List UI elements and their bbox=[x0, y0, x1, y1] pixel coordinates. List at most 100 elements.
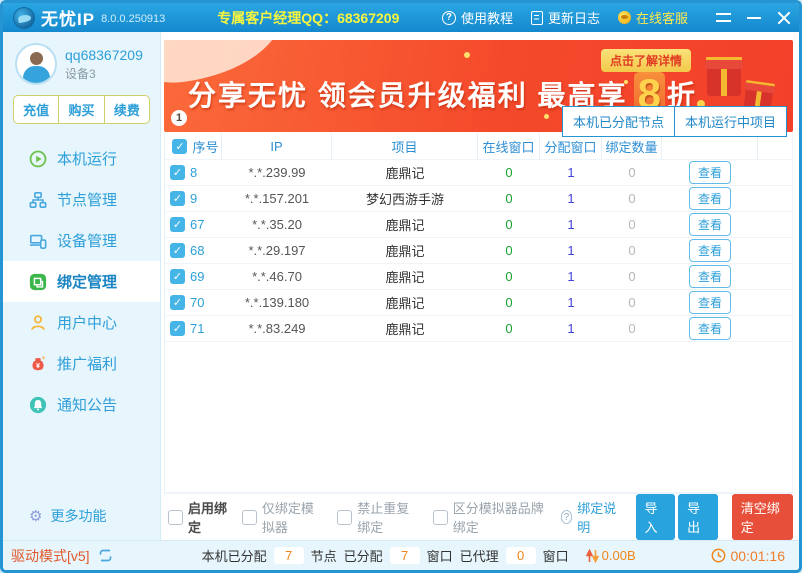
app-window: 无忧IP 8.0.0.250913 专属客户经理QQ：68367209 ? 使用… bbox=[0, 0, 802, 573]
sidebar-item-binding-management[interactable]: 绑定管理 bbox=[3, 261, 160, 302]
banner-cta-button[interactable]: 点击了解详情 bbox=[600, 49, 691, 72]
col-header-project: 项目 bbox=[332, 133, 478, 159]
row-checkbox[interactable]: ✓ bbox=[170, 191, 185, 206]
tutorial-label: 使用教程 bbox=[460, 11, 513, 26]
checkbox-icon[interactable]: ✓ bbox=[337, 509, 353, 525]
col-header-ip: IP bbox=[222, 133, 332, 159]
minimize-icon[interactable] bbox=[747, 16, 761, 19]
close-icon[interactable] bbox=[777, 11, 791, 25]
proxied-label: 已代理 bbox=[459, 549, 499, 564]
session-timer: 00:01:16 bbox=[711, 547, 786, 564]
table-row: ✓ 70 *.*.139.180 鹿鼎记 0 1 0 查看 bbox=[165, 290, 792, 316]
hamburger-menu-icon[interactable] bbox=[716, 13, 731, 22]
view-button[interactable]: 查看 bbox=[688, 161, 731, 184]
row-checkbox[interactable]: ✓ bbox=[170, 321, 185, 336]
table-row: ✓ 69 *.*.46.70 鹿鼎记 0 1 0 查看 bbox=[165, 264, 792, 290]
table-row: ✓ 68 *.*.29.197 鹿鼎记 0 1 0 查看 bbox=[165, 238, 792, 264]
sidebar-item-node-management[interactable]: 节点管理 bbox=[3, 179, 160, 220]
view-button[interactable]: 查看 bbox=[688, 239, 731, 262]
export-button[interactable]: 导出 bbox=[678, 494, 718, 540]
banner-page-indicator[interactable]: 1 bbox=[171, 110, 187, 126]
sidebar-item-local-run[interactable]: 本机运行 bbox=[3, 138, 160, 179]
devices-icon bbox=[29, 234, 47, 249]
row-ip: *.*.157.201 bbox=[244, 191, 310, 206]
traffic-value: 0.00B bbox=[601, 548, 636, 563]
changelog-button[interactable]: 更新日志 bbox=[530, 8, 600, 27]
driver-mode[interactable]: 驱动模式[v5] bbox=[11, 546, 114, 566]
row-project: 鹿鼎记 bbox=[385, 322, 425, 337]
table-header-row: ✓ 序号 IP 项目 在线窗口 分配窗口 绑定数量 bbox=[165, 133, 792, 160]
select-all-checkbox[interactable]: ✓ bbox=[172, 138, 188, 154]
row-ip: *.*.239.99 bbox=[248, 165, 306, 180]
app-title: 无忧IP bbox=[41, 10, 96, 29]
row-online-windows: 0 bbox=[505, 165, 513, 180]
row-bound-count: 0 bbox=[628, 243, 636, 258]
sidebar-item-promotion[interactable]: ¥ + 推广福利 bbox=[3, 343, 160, 384]
row-project: 鹿鼎记 bbox=[385, 218, 425, 233]
clock-icon bbox=[711, 548, 725, 563]
row-online-windows: 0 bbox=[505, 191, 513, 206]
table-empty-area bbox=[165, 342, 792, 492]
row-project: 鹿鼎记 bbox=[385, 166, 425, 181]
row-number: 67 bbox=[190, 217, 205, 232]
tab-assigned-nodes[interactable]: 本机已分配节点 bbox=[561, 106, 675, 137]
view-button[interactable]: 查看 bbox=[688, 317, 731, 340]
view-button[interactable]: 查看 bbox=[688, 265, 731, 288]
svg-text:¥: ¥ bbox=[36, 361, 40, 370]
checkbox-icon[interactable]: ✓ bbox=[168, 509, 183, 525]
nodes-label: 节点 bbox=[310, 549, 337, 564]
document-icon bbox=[530, 10, 543, 25]
assigned-label: 本机已分配 bbox=[201, 549, 267, 564]
gear-icon: ⚙ bbox=[29, 508, 43, 525]
import-button[interactable]: 导入 bbox=[635, 494, 676, 540]
renew-button[interactable]: 续费 bbox=[105, 96, 149, 123]
row-online-windows: 0 bbox=[505, 217, 513, 232]
tutorial-button[interactable]: ? 使用教程 bbox=[441, 8, 513, 27]
row-online-windows: 0 bbox=[505, 269, 513, 284]
binding-help-link[interactable]: ? 绑定说明 bbox=[560, 498, 620, 536]
avatar bbox=[15, 43, 57, 85]
row-checkbox[interactable]: ✓ bbox=[170, 243, 185, 258]
no-duplicate-binding-checkbox[interactable]: ✓ 禁止重复绑定 bbox=[337, 498, 418, 536]
device-label: 设备3 bbox=[65, 66, 96, 81]
row-assigned-windows: 1 bbox=[567, 295, 575, 310]
online-service-button[interactable]: 在线客服 bbox=[617, 8, 688, 27]
nodes-table: ✓ 序号 IP 项目 在线窗口 分配窗口 绑定数量 ✓ 8 *.*.239.99… bbox=[164, 133, 793, 493]
sidebar-item-device-management[interactable]: 设备管理 bbox=[3, 220, 160, 261]
view-button[interactable]: 查看 bbox=[688, 213, 731, 236]
tab-bar: 本机已分配节点 本机运行中项目 bbox=[561, 106, 787, 137]
changelog-label: 更新日志 bbox=[547, 11, 600, 26]
checkbox-icon[interactable]: ✓ bbox=[241, 509, 257, 525]
checkbox-icon[interactable]: ✓ bbox=[432, 509, 448, 525]
brand-distinct-binding-checkbox[interactable]: ✓ 区分模拟器品牌绑定 bbox=[432, 498, 547, 536]
emulator-only-checkbox[interactable]: ✓ 仅绑定模拟器 bbox=[241, 498, 323, 536]
windows-label: 窗口 bbox=[426, 549, 453, 564]
account-buttons: 充值 购买 续费 bbox=[13, 95, 150, 124]
buy-button[interactable]: 购买 bbox=[59, 96, 105, 123]
table-row: ✓ 71 *.*.83.249 鹿鼎记 0 1 0 查看 bbox=[165, 316, 792, 342]
assigned-windows-count: 7 bbox=[389, 547, 420, 564]
sidebar-item-notices[interactable]: 通知公告 bbox=[3, 384, 160, 425]
more-features-button[interactable]: ⚙ 更多功能 bbox=[3, 498, 160, 540]
timer-value: 00:01:16 bbox=[730, 547, 786, 564]
proxied-windows-count: 0 bbox=[505, 547, 536, 564]
row-ip: *.*.139.180 bbox=[244, 295, 310, 310]
row-checkbox[interactable]: ✓ bbox=[170, 269, 185, 284]
view-button[interactable]: 查看 bbox=[688, 187, 731, 210]
tab-running-projects[interactable]: 本机运行中项目 bbox=[674, 106, 787, 137]
refresh-icon[interactable] bbox=[97, 548, 114, 563]
row-checkbox[interactable]: ✓ bbox=[170, 165, 185, 180]
recharge-button[interactable]: 充值 bbox=[14, 96, 60, 123]
status-stats: 本机已分配 7 节点 已分配 7 窗口 已代理 0 窗口 0.00B bbox=[202, 546, 636, 565]
row-bound-count: 0 bbox=[628, 269, 636, 284]
clear-bindings-button[interactable]: 清空绑定 bbox=[731, 494, 793, 540]
view-button[interactable]: 查看 bbox=[688, 291, 731, 314]
sidebar-item-user-center[interactable]: 用户中心 bbox=[3, 302, 160, 343]
row-checkbox[interactable]: ✓ bbox=[170, 217, 185, 232]
row-ip: *.*.35.20 bbox=[252, 217, 302, 232]
row-assigned-windows: 1 bbox=[567, 269, 575, 284]
app-logo-icon bbox=[13, 6, 35, 29]
row-checkbox[interactable]: ✓ bbox=[170, 295, 185, 310]
money-bag-icon: ¥+ bbox=[32, 355, 46, 370]
enable-binding-checkbox[interactable]: ✓ 启用绑定 bbox=[168, 498, 228, 536]
